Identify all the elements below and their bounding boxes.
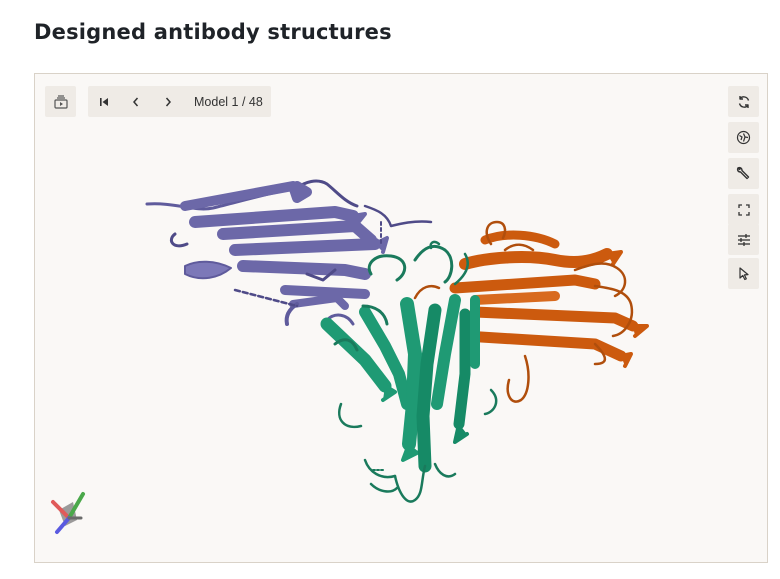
settings-button[interactable]: [728, 224, 759, 255]
model-navigation: Model 1 / 48: [88, 86, 271, 117]
select-mode-icon: [738, 266, 749, 280]
model-counter: Model 1 / 48: [194, 94, 263, 109]
fullscreen-button[interactable]: [728, 194, 759, 225]
first-model-icon: [100, 97, 108, 106]
structure-canvas[interactable]: [35, 74, 767, 562]
fullscreen-icon: [737, 203, 750, 216]
animation-icon: [53, 94, 68, 109]
next-model-icon: [165, 97, 171, 106]
axes-gizmo: [51, 492, 85, 534]
screenshot-button[interactable]: [728, 122, 759, 153]
screenshot-icon: [736, 130, 751, 145]
tools-button[interactable]: [728, 158, 759, 189]
reset-camera-icon: [738, 95, 749, 108]
previous-model-icon: [133, 97, 139, 106]
molecule-viewer[interactable]: Model 1 / 48: [34, 73, 768, 563]
first-model-button[interactable]: [88, 86, 120, 117]
next-model-button[interactable]: [152, 86, 184, 117]
settings-icon: [737, 233, 750, 246]
select-mode-button[interactable]: [728, 258, 759, 289]
chain-a-ribbon: [145, 179, 433, 326]
reset-camera-button[interactable]: [728, 86, 759, 117]
tools-icon: [736, 166, 750, 180]
animation-button[interactable]: [45, 86, 76, 117]
page-title: Designed antibody structures: [34, 20, 392, 44]
chain-b-ribbon: [320, 240, 498, 503]
previous-model-button[interactable]: [120, 86, 152, 117]
